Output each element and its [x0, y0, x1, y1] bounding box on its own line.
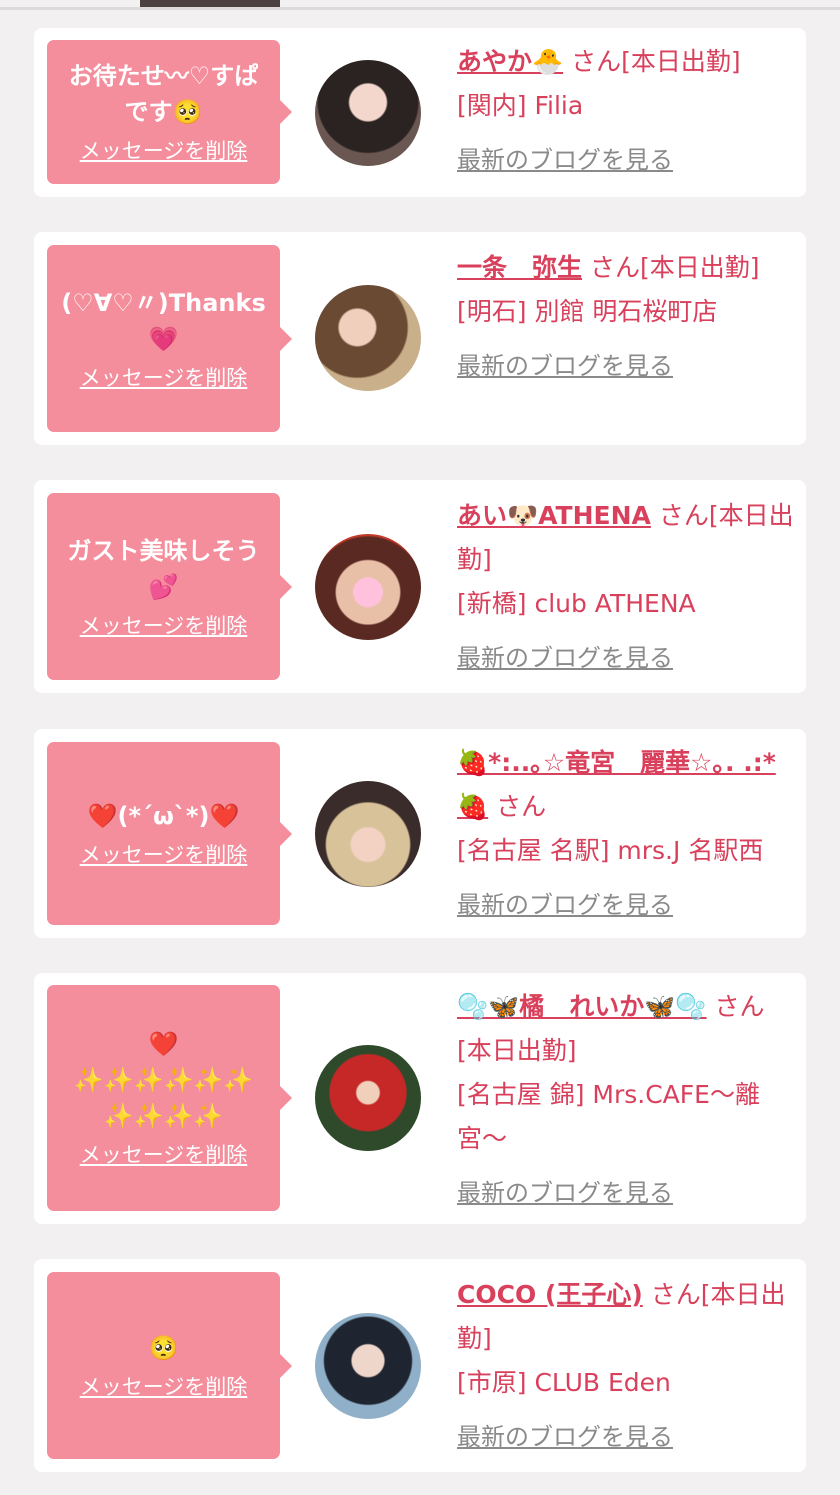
message-bubble: お待たせ〰♡すぱ です🥺 メッセージを削除 — [47, 40, 292, 184]
shop-text: [明石] 別館 明石桜町店 — [457, 297, 718, 326]
message-text: ガスト美味しそう 💕 — [67, 536, 260, 601]
name-line: COCO (王子心) さん[本日出勤] — [457, 1273, 795, 1361]
blog-link[interactable]: 最新のブログを見る — [457, 1415, 673, 1459]
blog-link[interactable]: 最新のブログを見る — [457, 1171, 673, 1215]
blog-link[interactable]: 最新のブログを見る — [457, 344, 673, 388]
profile-info: 一条 弥生 さん[本日出勤] [明石] 別館 明石桜町店 最新のブログを見る — [457, 246, 795, 388]
delete-message-link[interactable]: メッセージを削除 — [80, 363, 248, 393]
profile-info: 🍓*:..｡☆竜宮 麗華☆｡. .:*🍓 さん [名古屋 名駅] mrs.J 名… — [457, 741, 795, 927]
delete-message-link[interactable]: メッセージを削除 — [80, 1140, 248, 1170]
profile-info: あい🐶ATHENA さん[本日出勤] [新橋] club ATHENA 最新のブ… — [457, 494, 795, 680]
shop-text: [関内] Filia — [457, 91, 584, 120]
message-card: 🥺 メッセージを削除 COCO (王子心) さん[本日出勤] [市原] CLUB… — [34, 1259, 806, 1472]
avatar[interactable] — [315, 1313, 421, 1419]
name-line: 🫧🦋橘 れいか🦋🫧 さん[本日出勤] — [457, 985, 795, 1073]
profile-info: あやか🐣 さん[本日出勤] [関内] Filia 最新のブログを見る — [457, 40, 795, 182]
message-text: (♡∀♡〃)Thanks💗 — [61, 288, 266, 353]
shop-text: [名古屋 錦] Mrs.CAFE〜離宮〜 — [457, 1080, 760, 1153]
profile-info: COCO (王子心) さん[本日出勤] [市原] CLUB Eden 最新のブロ… — [457, 1273, 795, 1459]
message-text: ❤️(*´ω`*)❤️ — [87, 801, 240, 830]
avatar[interactable] — [315, 1045, 421, 1151]
delete-message-link[interactable]: メッセージを削除 — [80, 136, 248, 166]
delete-message-link[interactable]: メッセージを削除 — [80, 840, 248, 870]
avatar[interactable] — [315, 534, 421, 640]
profile-name-link[interactable]: あい🐶ATHENA — [457, 501, 651, 530]
profile-name-link[interactable]: あやか🐣 — [457, 47, 563, 76]
message-bubble: ❤️ ✨✨✨✨✨✨ ✨✨✨✨ メッセージを削除 — [47, 985, 292, 1211]
message-text: お待たせ〰♡すぱ です🥺 — [68, 62, 259, 126]
blog-link[interactable]: 最新のブログを見る — [457, 636, 673, 680]
tab-bar-line — [0, 7, 840, 10]
message-text: ❤️ ✨✨✨✨✨✨ ✨✨✨✨ — [73, 1030, 254, 1130]
profile-name-link[interactable]: COCO (王子心) — [457, 1280, 643, 1309]
profile-name-link[interactable]: 一条 弥生 — [457, 253, 582, 282]
status-text: さん — [488, 792, 547, 821]
avatar[interactable] — [315, 781, 421, 887]
profile-name-link[interactable]: 🫧🦋橘 れいか🦋🫧 — [457, 992, 707, 1021]
active-tab-indicator[interactable] — [140, 0, 280, 7]
message-bubble: ガスト美味しそう 💕 メッセージを削除 — [47, 493, 292, 680]
message-bubble: 🥺 メッセージを削除 — [47, 1272, 292, 1459]
message-text: 🥺 — [148, 1333, 179, 1362]
shop-text: [新橋] club ATHENA — [457, 589, 696, 618]
message-card: お待たせ〰♡すぱ です🥺 メッセージを削除 あやか🐣 さん[本日出勤] [関内]… — [34, 28, 806, 197]
name-line: 🍓*:..｡☆竜宮 麗華☆｡. .:*🍓 さん — [457, 741, 795, 829]
message-card: ❤️(*´ω`*)❤️ メッセージを削除 🍓*:..｡☆竜宮 麗華☆｡. .:*… — [34, 729, 806, 938]
avatar[interactable] — [315, 285, 421, 391]
name-line: 一条 弥生 さん[本日出勤] — [457, 246, 795, 290]
name-line: あやか🐣 さん[本日出勤] — [457, 40, 795, 84]
delete-message-link[interactable]: メッセージを削除 — [80, 1372, 248, 1402]
top-tab-bar — [0, 0, 840, 10]
shop-text: [名古屋 名駅] mrs.J 名駅西 — [457, 836, 764, 865]
status-text: さん[本日出勤] — [582, 253, 760, 282]
message-bubble: ❤️(*´ω`*)❤️ メッセージを削除 — [47, 742, 292, 925]
profile-info: 🫧🦋橘 れいか🦋🫧 さん[本日出勤] [名古屋 錦] Mrs.CAFE〜離宮〜 … — [457, 985, 795, 1215]
delete-message-link[interactable]: メッセージを削除 — [80, 611, 248, 641]
avatar[interactable] — [315, 60, 421, 166]
blog-link[interactable]: 最新のブログを見る — [457, 883, 673, 927]
message-bubble: (♡∀♡〃)Thanks💗 メッセージを削除 — [47, 245, 292, 432]
message-card: (♡∀♡〃)Thanks💗 メッセージを削除 一条 弥生 さん[本日出勤] [明… — [34, 232, 806, 445]
message-card: ガスト美味しそう 💕 メッセージを削除 あい🐶ATHENA さん[本日出勤] [… — [34, 480, 806, 693]
name-line: あい🐶ATHENA さん[本日出勤] — [457, 494, 795, 582]
shop-text: [市原] CLUB Eden — [457, 1368, 671, 1397]
message-card: ❤️ ✨✨✨✨✨✨ ✨✨✨✨ メッセージを削除 🫧🦋橘 れいか🦋🫧 さん[本日出… — [34, 973, 806, 1224]
status-text: さん[本日出勤] — [563, 47, 741, 76]
blog-link[interactable]: 最新のブログを見る — [457, 138, 673, 182]
